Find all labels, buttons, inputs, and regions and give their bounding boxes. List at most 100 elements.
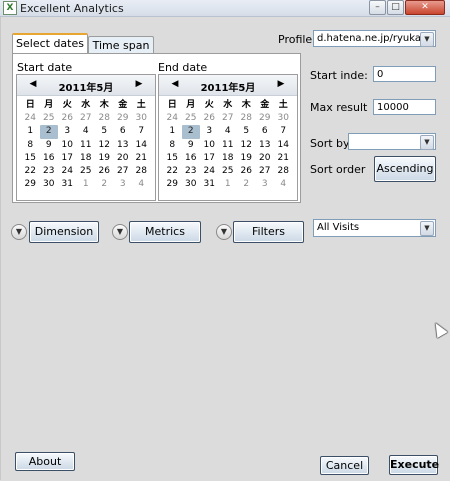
day[interactable]: 11 [77,139,96,152]
day[interactable]: 27 [77,112,96,125]
chevron-down-icon[interactable]: ▼ [420,221,434,236]
start-index-input[interactable]: 0 [373,66,436,82]
day[interactable]: 8 [21,139,40,152]
day[interactable]: 31 [58,178,77,191]
day[interactable]: 19 [95,152,114,165]
day[interactable]: 27 [219,112,238,125]
day[interactable]: 17 [58,152,77,165]
filters-expand-icon[interactable]: ▼ [216,224,232,240]
day[interactable]: 22 [21,165,40,178]
prev-month-icon[interactable]: ◀ [27,79,39,89]
execute-button[interactable]: Execute [389,455,439,475]
day[interactable]: 17 [200,152,219,165]
day[interactable]: 14 [132,139,151,152]
day[interactable]: 3 [256,178,275,191]
day[interactable]: 19 [237,152,256,165]
day[interactable]: 4 [219,125,238,138]
day[interactable]: 6 [256,125,275,138]
close-button[interactable]: ✕ [405,0,445,15]
day[interactable]: 13 [256,139,275,152]
day[interactable]: 30 [274,112,293,125]
day[interactable]: 15 [163,152,182,165]
title-bar[interactable]: X Excellent Analytics – □ ✕ [0,0,450,17]
day[interactable]: 4 [77,125,96,138]
filters-button[interactable]: Filters [233,221,304,243]
day[interactable]: 29 [163,178,182,191]
day[interactable]: 31 [200,178,219,191]
next-month-icon[interactable]: ▶ [275,79,287,89]
day[interactable]: 6 [114,125,133,138]
day[interactable]: 1 [219,178,238,191]
cancel-button[interactable]: Cancel [320,456,369,475]
metrics-expand-icon[interactable]: ▼ [112,224,128,240]
day[interactable]: 10 [200,139,219,152]
day[interactable]: 5 [95,125,114,138]
day[interactable]: 3 [200,125,219,138]
day[interactable]: 23 [40,165,59,178]
selected-day[interactable]: 2 [181,125,200,139]
sort-order-button[interactable]: Ascending [374,156,436,182]
day[interactable]: 1 [77,178,96,191]
day[interactable]: 9 [40,139,59,152]
calendar-month-title[interactable]: 2011年5月 [47,79,125,94]
day[interactable]: 4 [132,178,151,191]
day[interactable]: 30 [132,112,151,125]
calendar-month-title[interactable]: 2011年5月 [189,79,267,94]
chevron-down-icon[interactable]: ▼ [420,32,434,47]
profile-select[interactable]: d.hatena.ne.jp/ryuka0: ▼ [313,30,436,47]
prev-month-icon[interactable]: ◀ [169,79,181,89]
day[interactable]: 28 [274,165,293,178]
day[interactable]: 3 [114,178,133,191]
day[interactable]: 30 [40,178,59,191]
next-month-icon[interactable]: ▶ [133,79,145,89]
day[interactable]: 11 [219,139,238,152]
day[interactable]: 7 [132,125,151,138]
day[interactable]: 18 [77,152,96,165]
day[interactable]: 29 [114,112,133,125]
about-button[interactable]: About [15,452,75,471]
end-date-calendar[interactable]: ◀ 2011年5月 ▶ 日 月 火 水 木 金 土 24 25 26 27 28… [158,74,298,201]
day[interactable]: 27 [114,165,133,178]
day[interactable]: 1 [21,125,40,138]
selected-day[interactable]: 2 [39,125,58,139]
chevron-down-icon[interactable]: ▼ [420,135,434,150]
day[interactable]: 22 [163,165,182,178]
day[interactable]: 28 [237,112,256,125]
sort-by-select[interactable]: ▼ [348,133,436,150]
day[interactable]: 28 [95,112,114,125]
day[interactable]: 21 [274,152,293,165]
minimize-button[interactable]: – [369,0,386,15]
tab-select-dates[interactable]: Select dates [12,33,88,55]
day[interactable]: 28 [132,165,151,178]
day[interactable]: 12 [95,139,114,152]
start-date-calendar[interactable]: ◀ 2011年5月 ▶ 日 月 火 水 木 金 土 24 25 26 27 28… [16,74,156,201]
day[interactable]: 1 [163,125,182,138]
day[interactable]: 29 [256,112,275,125]
metrics-button[interactable]: Metrics [129,221,201,243]
day[interactable]: 2 [237,178,256,191]
day[interactable]: 10 [58,139,77,152]
day[interactable]: 13 [114,139,133,152]
day[interactable]: 25 [77,165,96,178]
day[interactable]: 29 [21,178,40,191]
day[interactable]: 26 [95,165,114,178]
day[interactable]: 24 [163,112,182,125]
day[interactable]: 14 [274,139,293,152]
day[interactable]: 3 [58,125,77,138]
day[interactable]: 25 [40,112,59,125]
day[interactable]: 12 [237,139,256,152]
day[interactable]: 5 [237,125,256,138]
day[interactable]: 26 [200,112,219,125]
dimension-button[interactable]: Dimension [29,221,99,243]
day[interactable]: 30 [182,178,201,191]
day[interactable]: 16 [182,152,201,165]
day[interactable]: 20 [114,152,133,165]
day[interactable]: 24 [58,165,77,178]
day[interactable]: 16 [40,152,59,165]
day[interactable]: 8 [163,139,182,152]
day[interactable]: 21 [132,152,151,165]
maximize-button[interactable]: □ [387,0,404,15]
day[interactable]: 4 [274,178,293,191]
segment-select[interactable]: All Visits ▼ [313,219,436,237]
day[interactable]: 7 [274,125,293,138]
